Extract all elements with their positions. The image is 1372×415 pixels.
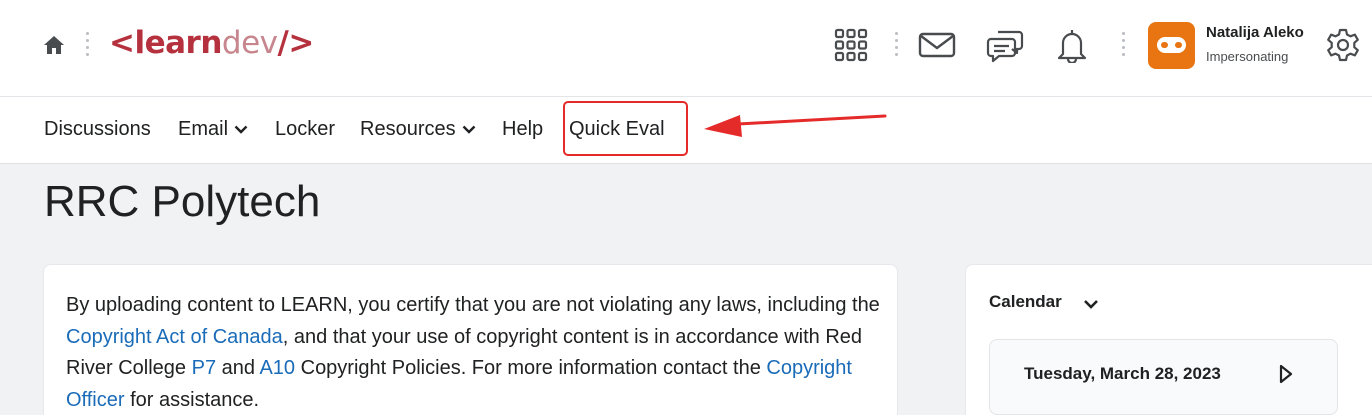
annotation-highlight-box [563,101,688,156]
home-icon[interactable] [42,34,66,56]
grid-icon[interactable] [834,28,868,62]
nav-locker[interactable]: Locker [275,118,335,141]
separator [1122,32,1126,60]
impersonation-mask-icon [1157,37,1186,53]
nav-email[interactable]: Email [178,118,248,141]
separator [895,32,899,60]
chevron-down-icon [462,117,476,140]
calendar-title[interactable]: Calendar [989,292,1062,312]
chevron-down-icon[interactable] [1083,296,1099,314]
nav-label: Email [178,118,229,140]
a10-policy-link[interactable]: A10 [259,357,295,379]
chat-icon[interactable] [986,28,1024,64]
nav-help[interactable]: Help [502,118,543,141]
page-title: RRC Polytech [44,177,321,226]
logo-learn: learn [134,25,222,61]
user-name[interactable]: Natalija Aleko [1206,24,1304,41]
calendar-date: Tuesday, March 28, 2023 [1024,364,1221,383]
next-day-icon[interactable] [1279,364,1293,389]
mail-icon[interactable] [918,32,956,58]
logo-dev: dev [221,25,278,61]
logo-bracket-open: < [109,25,135,61]
bell-icon[interactable] [1055,27,1089,63]
nav-label: Discussions [44,118,151,140]
notice-text: By uploading content to LEARN, you certi… [66,294,880,316]
p7-policy-link[interactable]: P7 [192,357,216,379]
nav-label: Resources [360,118,456,140]
separator [86,32,90,60]
nav-resources[interactable]: Resources [360,118,476,141]
notice-text: for assistance. [124,388,260,411]
nav-discussions[interactable]: Discussions [44,118,151,141]
user-role: Impersonating [1206,49,1289,64]
notice-card: By uploading content to LEARN, you certi… [43,264,898,415]
copyright-notice: By uploading content to LEARN, you certi… [66,290,886,415]
top-header: <learndev/> Natalija Aleko Impersonating [0,0,1372,97]
site-logo[interactable]: <learndev/> [109,23,314,63]
calendar-widget: Calendar Tuesday, March 28, 2023 [965,264,1372,415]
calendar-date-panel: Tuesday, March 28, 2023 [989,339,1338,415]
gear-icon[interactable] [1325,27,1361,63]
copyright-act-link[interactable]: Copyright Act of Canada [66,326,283,348]
nav-label: Locker [275,118,336,140]
notice-text: Copyright Policies. For more information… [295,357,767,379]
logo-bracket-close: /> [277,25,315,61]
nav-label: Help [502,118,544,140]
notice-text: and [216,357,260,379]
chevron-down-icon [234,117,248,140]
annotation-arrow [700,110,888,147]
avatar[interactable] [1148,22,1195,69]
